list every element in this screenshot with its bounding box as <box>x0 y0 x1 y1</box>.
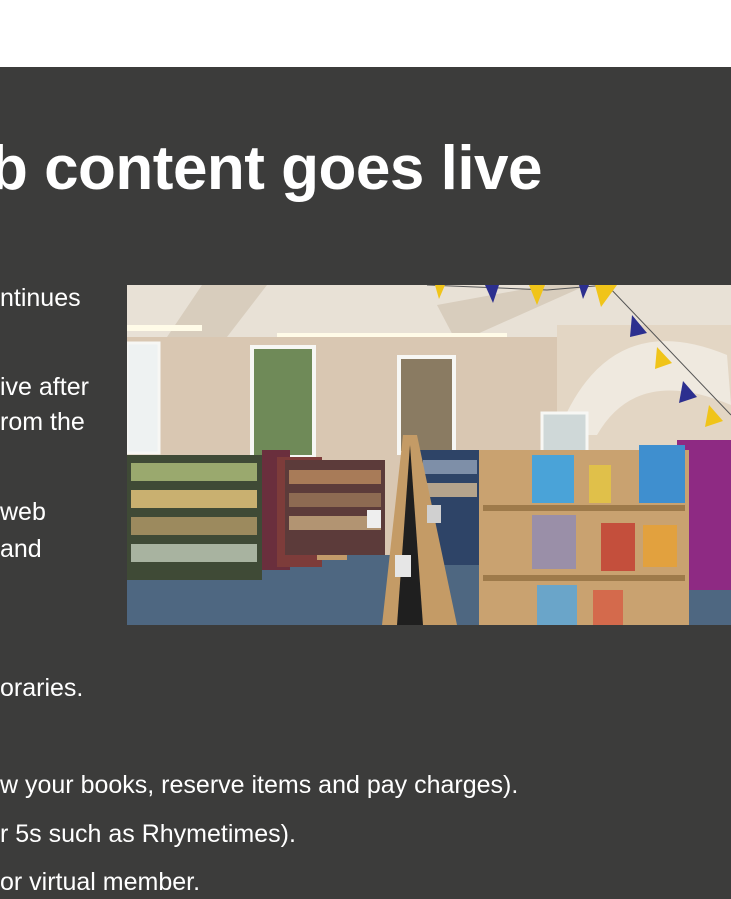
left-text-line-2: ive after <box>0 373 89 401</box>
picture-book <box>639 445 685 503</box>
picture-book <box>593 590 623 625</box>
left-text-line-5: and <box>0 535 42 563</box>
display-book <box>367 510 381 528</box>
slide-title: eb content goes live <box>0 134 543 203</box>
picture-book <box>643 525 677 567</box>
ceiling-light <box>127 325 202 331</box>
books-row <box>423 483 477 497</box>
lower-text-line-2: w your books, reserve items and pay char… <box>0 771 519 799</box>
left-text-line-3: rom the <box>0 408 85 436</box>
books-row <box>423 460 477 474</box>
window <box>540 411 589 455</box>
books-row <box>289 470 381 484</box>
books-row <box>131 544 257 562</box>
picture-book <box>589 465 611 503</box>
slide: eb content goes live ntinues ive after r… <box>0 67 731 899</box>
picture-book <box>532 455 574 503</box>
lower-text-line-4: or virtual member. <box>0 868 201 896</box>
kids-display-shelf <box>483 575 685 581</box>
lower-text-line-3: r 5s such as Rhymetimes). <box>0 820 296 848</box>
left-text-line-4: web <box>0 498 46 526</box>
window <box>127 341 161 455</box>
books-row <box>131 490 257 508</box>
kids-display-shelf <box>483 505 685 511</box>
picture-book <box>532 515 576 569</box>
display-book <box>395 555 411 577</box>
left-text-line-1: ntinues <box>0 284 81 312</box>
books-row <box>289 493 381 507</box>
window <box>250 345 316 459</box>
picture-book <box>601 523 635 571</box>
picture-book <box>537 585 577 625</box>
books-row <box>131 463 257 481</box>
display-book <box>427 505 441 523</box>
lower-text-line-1: oraries. <box>0 674 84 702</box>
books-row <box>131 517 257 535</box>
library-interior-photo <box>127 285 731 625</box>
